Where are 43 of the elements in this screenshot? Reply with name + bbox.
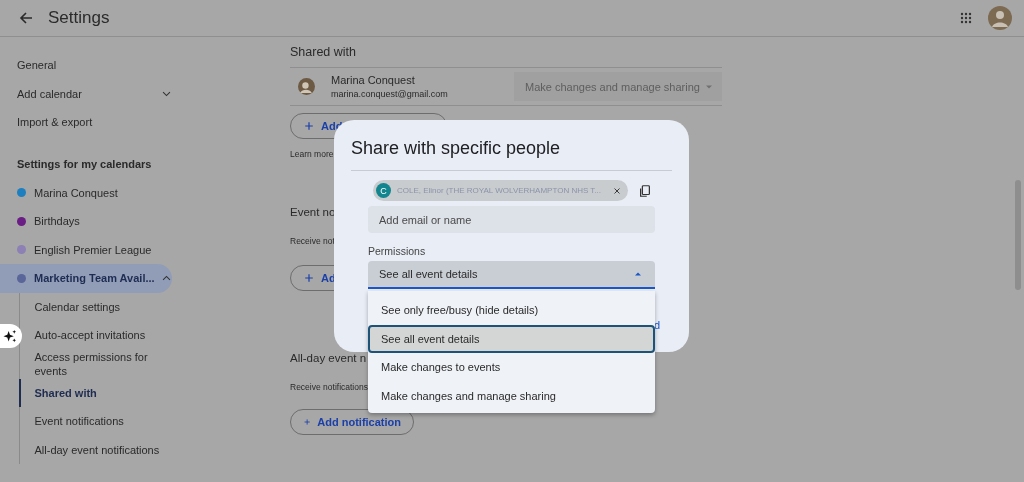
link-text[interactable]: d: [654, 319, 661, 331]
menu-option[interactable]: Make changes and manage sharing: [368, 381, 655, 410]
section-heading: Settings for my calendars: [16, 156, 153, 172]
plus-icon: [303, 120, 315, 132]
permissions-dropdown[interactable]: See all event details: [368, 261, 655, 289]
scrollbar[interactable]: [1015, 180, 1021, 290]
menu-option[interactable]: Make changes to events: [368, 353, 655, 382]
email-input-field[interactable]: Add email or name: [368, 206, 655, 233]
menu-option[interactable]: See only free/busy (hide details): [368, 296, 655, 325]
permissions-label: Permissions: [368, 245, 427, 257]
sidebar-item[interactable]: Add calendar: [0, 79, 172, 108]
description-text: Receive not: [290, 236, 335, 246]
section-heading: All-day event n: [290, 352, 367, 366]
sidebar-item[interactable]: Import & export: [0, 108, 172, 137]
description-text: Receive notifications: [290, 382, 368, 392]
calendar-item[interactable]: English Premier League: [0, 235, 172, 264]
sidebar-subitem[interactable]: Calendar settings: [18, 292, 177, 321]
sidebar-subitem[interactable]: Shared with: [18, 378, 177, 407]
sidebar-subitem[interactable]: Access permissions for events: [18, 349, 177, 379]
apps-grid-icon[interactable]: [960, 12, 972, 24]
plus-icon: [303, 272, 315, 284]
person-name: Marina Conquest: [331, 74, 416, 86]
sidebar-subitem[interactable]: Event notifications: [18, 407, 177, 436]
copy-icon[interactable]: [638, 183, 652, 198]
sidebar-item[interactable]: General: [0, 51, 172, 80]
calendar-item[interactable]: Birthdays: [0, 207, 172, 236]
calendar-item[interactable]: Marina Conquest: [0, 178, 172, 207]
person-email: marina.conquest@gmail.com: [331, 89, 449, 99]
close-icon[interactable]: [612, 185, 622, 196]
sidebar-subitem[interactable]: All-day event notifications: [18, 435, 177, 464]
account-avatar-icon[interactable]: [988, 6, 1012, 30]
back-arrow-icon[interactable]: [18, 10, 34, 26]
sidebar-subitem[interactable]: Auto-accept invitations: [18, 321, 177, 350]
person-avatar-icon: [298, 78, 315, 95]
calendar-item[interactable]: Marketing Team Avail...: [0, 264, 172, 293]
sparkle-icon: [3, 328, 18, 344]
initial-avatar: C: [376, 183, 391, 198]
menu-option[interactable]: See all event details: [368, 324, 655, 353]
dialog-title: Share with specific people: [351, 138, 672, 171]
plus-icon: [303, 416, 312, 428]
page-title: Settings: [48, 8, 110, 28]
learn-more-text: Learn more: [290, 149, 334, 159]
section-heading: Shared with: [290, 45, 357, 61]
